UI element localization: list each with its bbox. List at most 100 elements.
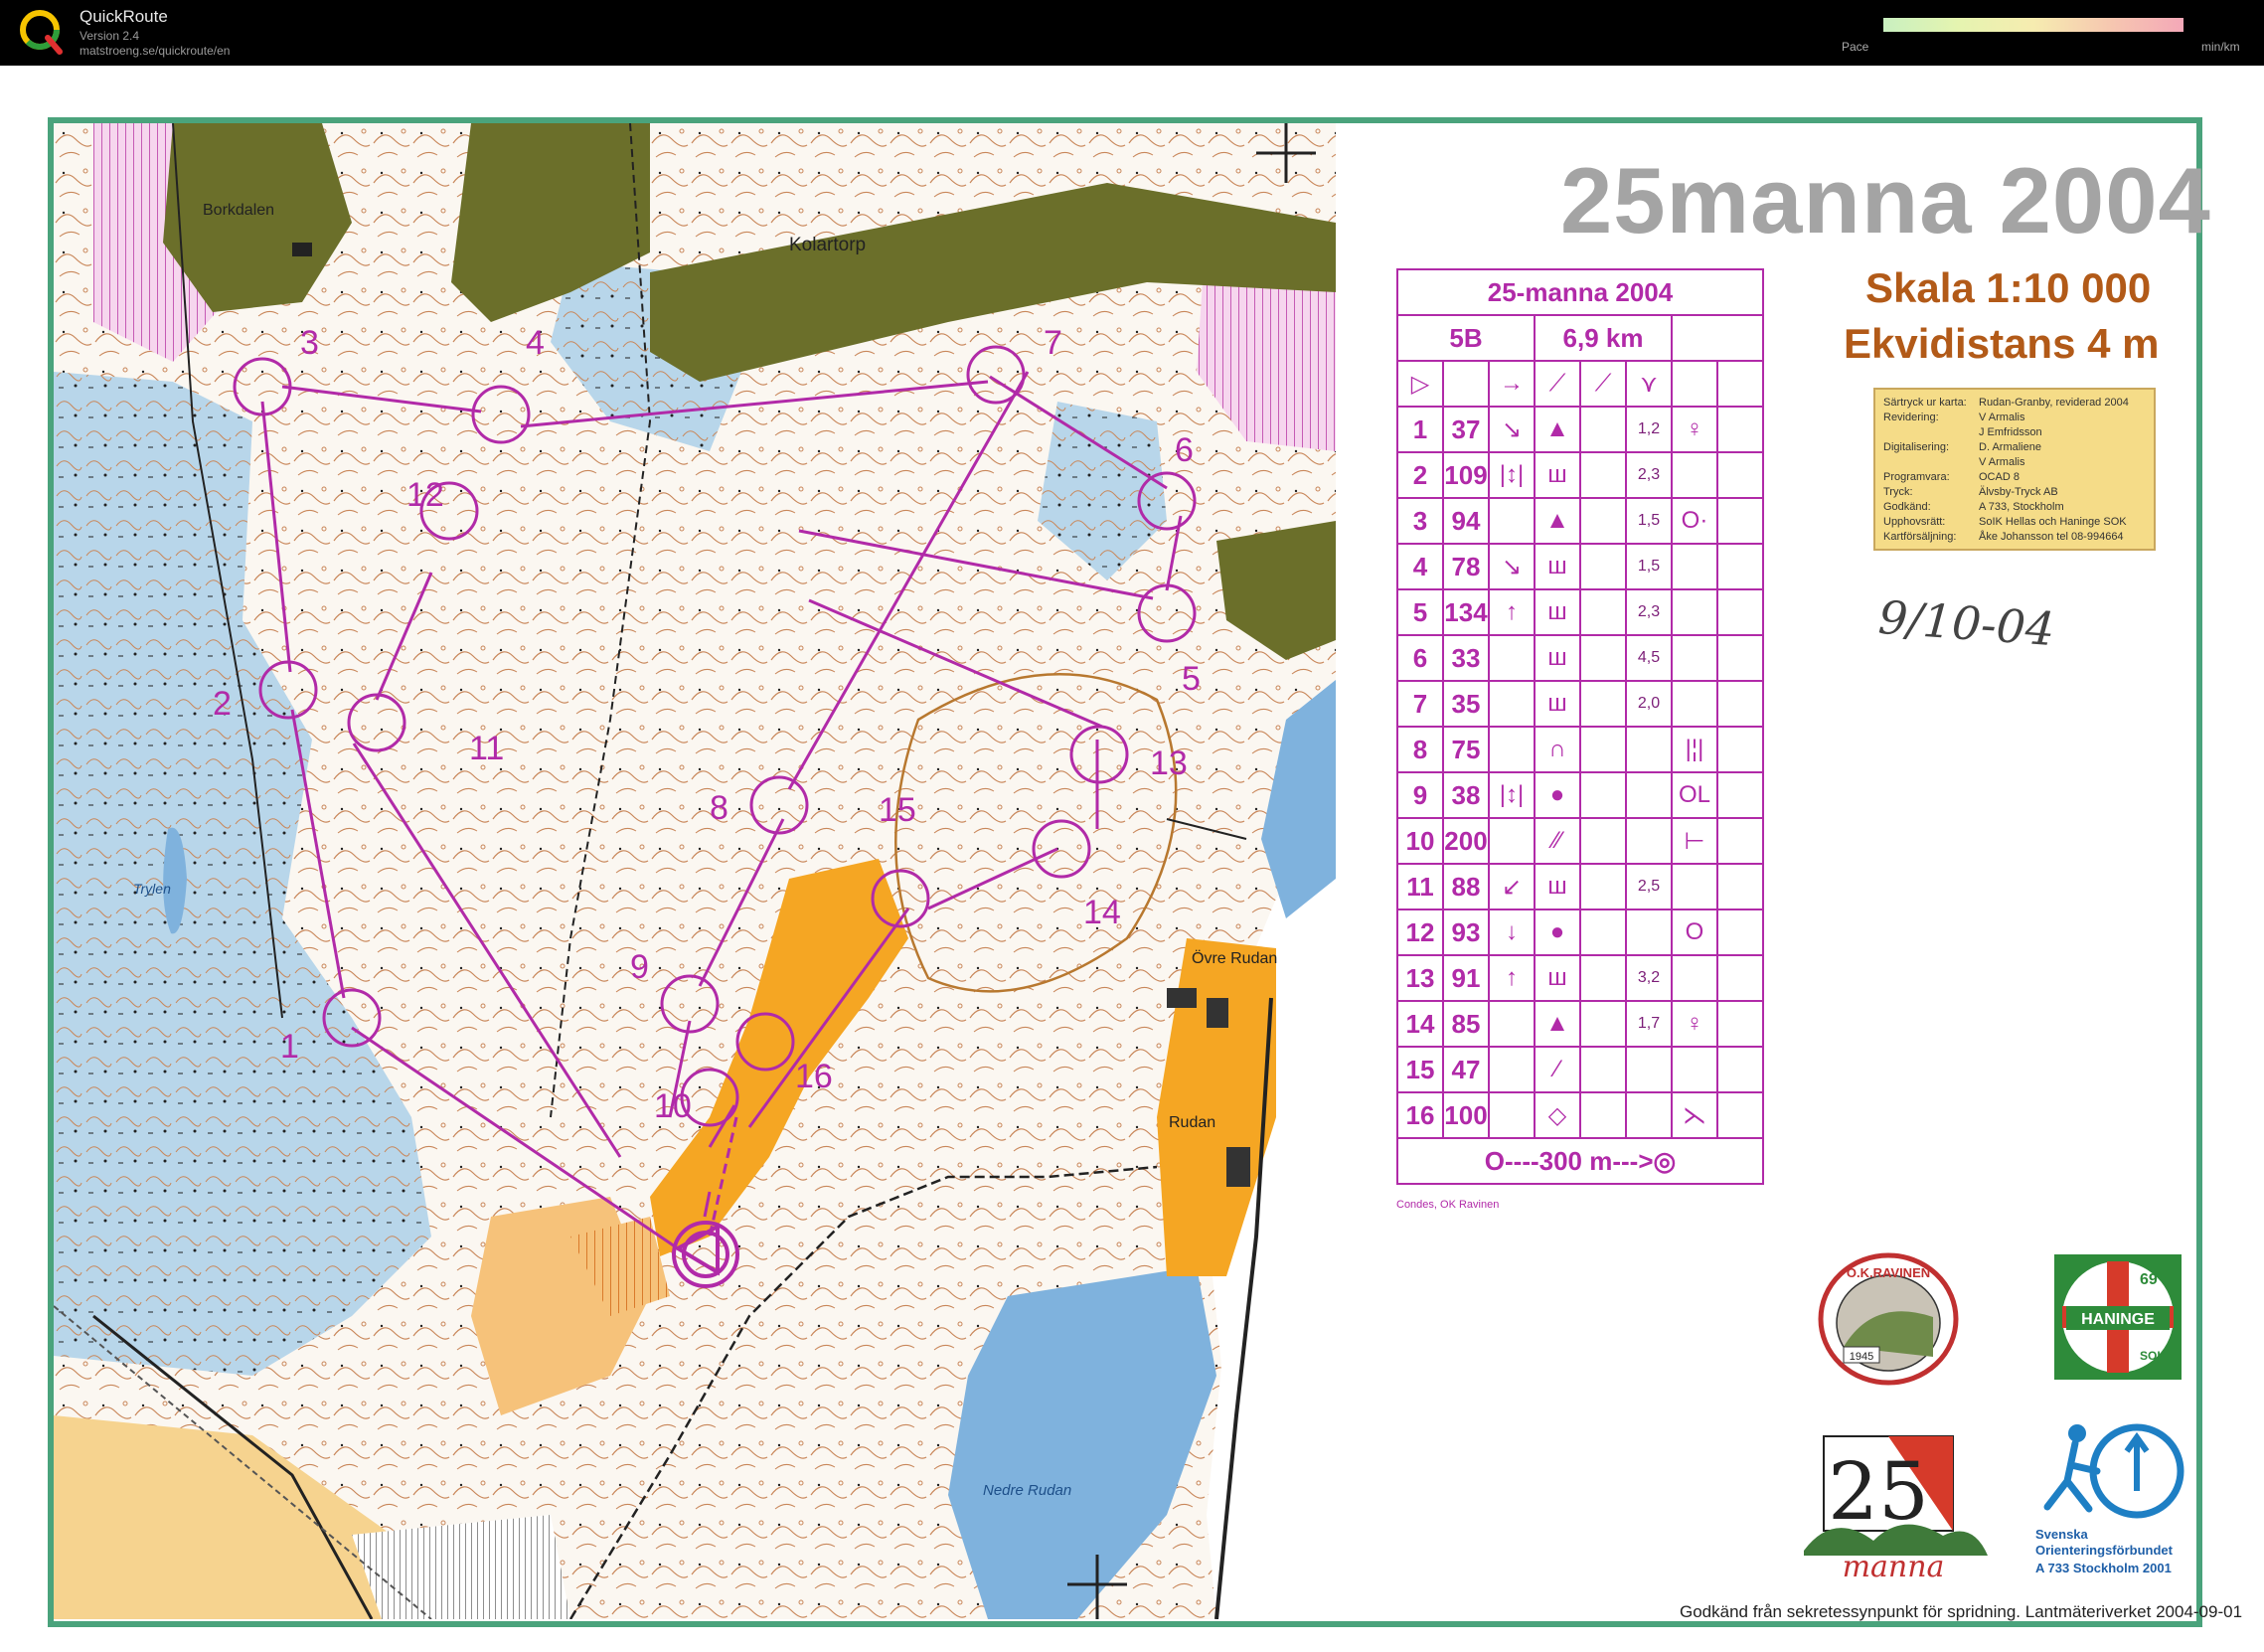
row-dimension: 1,5 [1625,543,1673,590]
svg-text:A 733 Stockholm 2001: A 733 Stockholm 2001 [2035,1561,2172,1575]
app-name: QuickRoute [80,7,168,26]
approval-footer: Godkänd från sekretessynpunkt för spridn… [1680,1602,2243,1621]
row-empty [1579,954,1627,1002]
table-class: 5B [1396,314,1536,362]
orienteering-map[interactable]: 1 2 3 4 5 6 7 8 9 10 11 12 13 14 15 16 K… [54,123,1336,1619]
row-number: 4 [1396,543,1444,590]
row-code: 91 [1442,954,1490,1002]
row-empty [1579,1046,1627,1093]
control-row: 6 33 ш 4,5 [1396,634,1764,682]
control-row: 9 38 |↕| ● OL [1396,771,1764,819]
control-row: 7 35 ш 2,0 [1396,680,1764,728]
row-empty [1716,634,1764,682]
row-feature: ш [1534,954,1581,1002]
control-row: 1 37 ↘ ▲ 1,2 ♀ [1396,406,1764,453]
row-feature: ш [1534,451,1581,499]
row-number: 7 [1396,680,1444,728]
map-scale: Skala 1:10 000 [1865,264,2152,311]
svg-text:1945: 1945 [1850,1351,1873,1363]
row-direction: ↘ [1488,406,1536,453]
row-direction: ↑ [1488,954,1536,1002]
row-empty [1716,1091,1764,1139]
map-title: 25manna 2004 [1560,148,2211,252]
row-feature: ▲ [1534,497,1581,545]
finish-row: O----300 m--->◎ [1396,1137,1764,1185]
row-extra [1671,680,1718,728]
start-triangle-icon: ▷ [1396,360,1444,408]
row-code: 37 [1442,406,1490,453]
pace-label: Pace [1842,40,1869,54]
control-row: 2 109 |↕| ш 2,3 [1396,451,1764,499]
row-code: 33 [1442,634,1490,682]
row-code: 94 [1442,497,1490,545]
row-feature: ● [1534,771,1581,819]
row-empty [1579,1000,1627,1048]
row-extra [1671,954,1718,1002]
pace-color-scale[interactable] [1883,18,2183,32]
row-empty [1579,863,1627,910]
row-direction: |↕| [1488,451,1536,499]
row-dimension [1625,1046,1673,1093]
place-trylen: Trylen [133,881,171,897]
row-feature: ш [1534,634,1581,682]
row-number: 2 [1396,451,1444,499]
control-row: 13 91 ↑ ш 3,2 [1396,954,1764,1002]
svg-text:SOK: SOK [2140,1349,2166,1363]
row-extra: ♀ [1671,1000,1718,1048]
place-ovre-rudan: Övre Rudan [1192,949,1277,967]
row-empty [1579,680,1627,728]
row-empty [1716,909,1764,956]
row-number: 14 [1396,1000,1444,1048]
place-rudan: Rudan [1169,1114,1215,1131]
row-dimension: 2,0 [1625,680,1673,728]
table-length: 6,9 km [1534,314,1673,362]
row-empty [1579,1091,1627,1139]
row-code: 78 [1442,543,1490,590]
row-empty [1716,863,1764,910]
svg-text:69: 69 [2140,1271,2158,1288]
row-dimension [1625,1091,1673,1139]
row-extra: O· [1671,497,1718,545]
row-direction [1488,1046,1536,1093]
svg-text:Orienteringsförbundet: Orienteringsförbundet [2035,1543,2174,1558]
row-empty [1716,406,1764,453]
control-row: 11 88 ↙ ш 2,5 [1396,863,1764,910]
control-row: 3 94 ▲ 1,5 O· [1396,497,1764,545]
row-empty [1716,588,1764,636]
row-direction: ↑ [1488,588,1536,636]
row-empty [1579,497,1627,545]
row-dimension [1625,771,1673,819]
control-number: 16 [795,1058,833,1095]
control-row: 16 100 ◇ ⋋ [1396,1091,1764,1139]
row-direction [1488,817,1536,865]
row-extra [1671,863,1718,910]
row-dimension: 2,3 [1625,451,1673,499]
control-row: 8 75 ∩ |¦| [1396,726,1764,773]
svg-text:25: 25 [1828,1445,1929,1538]
row-number: 1 [1396,406,1444,453]
25manna-logo: 25 manna [1804,1435,1988,1580]
control-number: 5 [1182,660,1201,698]
row-code: 47 [1442,1046,1490,1093]
row-empty [1716,543,1764,590]
control-number: 15 [879,791,916,829]
row-feature: ∩ [1534,726,1581,773]
row-extra [1671,634,1718,682]
row-feature: ш [1534,543,1581,590]
row-empty [1579,406,1627,453]
row-dimension: 1,2 [1625,406,1673,453]
control-row: 4 78 ↘ ш 1,5 [1396,543,1764,590]
sof-logo: Svenska Orienteringsförbundet A 733 Stoc… [2035,1423,2184,1575]
row-empty [1579,726,1627,773]
row-empty [1716,680,1764,728]
row-code: 88 [1442,863,1490,910]
row-dimension: 1,7 [1625,1000,1673,1048]
app-url[interactable]: matstroeng.se/quickroute/en [80,44,230,58]
pace-unit: min/km [2201,40,2240,54]
row-dimension: 3,2 [1625,954,1673,1002]
control-number: 4 [526,324,545,362]
row-extra: ⋋ [1671,1091,1718,1139]
place-borkdalen: Borkdalen [203,202,274,219]
row-code: 200 [1442,817,1490,865]
control-row: 15 47 ⁄ [1396,1046,1764,1093]
